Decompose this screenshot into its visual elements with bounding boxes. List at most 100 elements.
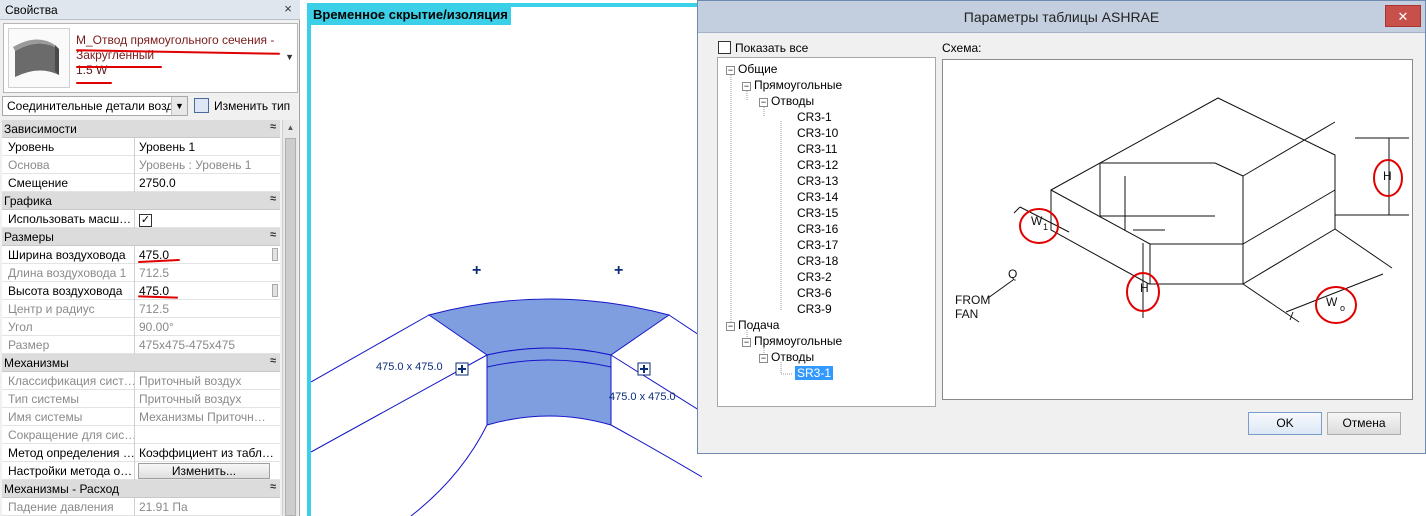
collapse-icon[interactable]: ≈ (270, 193, 276, 205)
property-label: Использовать масш… (2, 210, 135, 228)
group-graphics[interactable]: Графика ≈ (2, 192, 280, 210)
tree-leaf-selected[interactable]: SR3-1 (795, 366, 834, 380)
duct-elbow-drawing (311, 298, 702, 516)
collapse-toggle-icon[interactable]: − (726, 322, 735, 331)
collapse-toggle-icon[interactable]: − (759, 98, 768, 107)
property-label: Имя системы (2, 408, 135, 426)
schema-label: Схема: (942, 41, 982, 55)
property-value[interactable]: 2750.0 (136, 174, 280, 192)
flow-label: Q (1008, 267, 1017, 281)
cancel-button[interactable]: Отмена (1327, 412, 1401, 435)
ok-button[interactable]: OK (1248, 412, 1322, 435)
collapse-icon[interactable]: ≈ (270, 121, 276, 133)
collapse-toggle-icon[interactable]: − (742, 338, 751, 347)
collapse-icon[interactable]: ≈ (270, 355, 276, 367)
size-tag-left: 475.0 x 475.0 (376, 361, 443, 373)
tree-node-label: Отводы (771, 94, 815, 108)
edit-type-button[interactable]: Изменить тип (192, 96, 296, 116)
property-row[interactable]: Метод определения … Коэффициент из табл… (2, 444, 280, 462)
group-label: Зависимости (4, 122, 77, 136)
property-label: Основа (2, 156, 135, 174)
use-scale-checkbox[interactable]: ✓ (139, 214, 152, 227)
tree-leaf[interactable]: CR3-6 (797, 286, 832, 300)
scroll-up-icon[interactable]: ▲ (283, 120, 298, 136)
tree-leaf[interactable]: CR3-2 (797, 270, 832, 284)
properties-panel: Свойства × M_Отвод прямоугольного сечени… (0, 0, 300, 516)
collapse-icon[interactable]: ≈ (270, 229, 276, 241)
property-value[interactable]: Уровень 1 (136, 138, 280, 156)
group-dimensions[interactable]: Размеры ≈ (2, 228, 280, 246)
tree-node-general-elbows[interactable]: − Отводы (759, 94, 814, 108)
property-label: Длина воздуховода 1 (2, 264, 135, 282)
grip-icon[interactable] (272, 248, 278, 261)
chevron-down-icon[interactable]: ▼ (171, 97, 187, 115)
tree-leaf[interactable]: CR3-14 (797, 190, 838, 204)
property-row: Сокращение для сис… (2, 426, 280, 444)
h-label-right: H (1383, 169, 1392, 183)
close-icon[interactable]: ✕ (1385, 5, 1421, 27)
type-selector[interactable]: M_Отвод прямоугольного сечения - Закругл… (3, 23, 298, 93)
schema-diagram: Q FROM FAN W 1 H H W o (942, 59, 1413, 400)
property-row[interactable]: Использовать масш… ✓ (2, 210, 280, 228)
w1-subscript: 1 (1043, 222, 1048, 232)
collapse-toggle-icon[interactable]: − (759, 354, 768, 363)
tree-leaf[interactable]: CR3-10 (797, 126, 838, 140)
elbow-schematic: Q FROM FAN W 1 H H W o (955, 97, 1409, 324)
checkbox-box[interactable] (718, 41, 731, 54)
property-value: 712.5 (139, 302, 170, 316)
property-row: Размер 475x475-475x475 (2, 336, 280, 354)
grip-icon[interactable] (272, 284, 278, 297)
tree-leaf[interactable]: CR3-12 (797, 158, 838, 172)
tree-leaf[interactable]: CR3-9 (797, 302, 832, 316)
properties-scrollbar[interactable]: ▲ (282, 120, 298, 516)
tree-node-general[interactable]: − Общие (726, 62, 777, 76)
property-row: Классификация сист… Приточный воздух (2, 372, 280, 390)
collapse-icon[interactable]: ≈ (270, 481, 276, 493)
tree-leaf[interactable]: CR3-1 (797, 110, 832, 124)
property-row[interactable]: Уровень Уровень 1 (2, 138, 280, 156)
group-label: Механизмы - Расход (4, 482, 120, 496)
property-row: Тип системы Приточный воздух (2, 390, 280, 408)
properties-title: Свойства (0, 0, 300, 20)
group-constraints[interactable]: Зависимости ≈ (2, 120, 280, 138)
size-tag-right: 475.0 x 475.0 (609, 391, 676, 403)
group-mechanical[interactable]: Механизмы ≈ (2, 354, 280, 372)
group-label: Размеры (4, 230, 54, 244)
tree-leaf[interactable]: CR3-16 (797, 222, 838, 236)
tree-leaf[interactable]: CR3-15 (797, 206, 838, 220)
edit-type-label: Изменить тип (214, 99, 291, 113)
fitting-tree[interactable]: − Общие − Прямоугольные − Отводы CR3-1 CR3-… (717, 57, 936, 407)
tree-leaf[interactable]: CR3-18 (797, 254, 838, 268)
temporary-hide-isolate-label: Временное скрытие/изоляция (310, 5, 511, 25)
tree-leaf[interactable]: CR3-17 (797, 238, 838, 252)
tree-node-label: Прямоугольные (754, 78, 843, 92)
scrollbar-thumb[interactable] (285, 138, 296, 516)
connector-plus-icon[interactable]: + (472, 262, 481, 280)
show-all-checkbox[interactable]: Показать все (718, 41, 808, 55)
instance-filter-dropdown[interactable]: Соединительные детали возд ▼ (2, 96, 188, 116)
w1-label: W (1031, 214, 1043, 228)
property-label: Размер (2, 336, 135, 354)
tree-leaf[interactable]: CR3-13 (797, 174, 838, 188)
close-icon[interactable]: × (281, 2, 295, 16)
collapse-toggle-icon[interactable]: − (742, 82, 751, 91)
tree-node-supply[interactable]: − Подача (726, 318, 779, 332)
property-value[interactable]: Коэффициент из табл… (136, 444, 280, 462)
tree-node-general-rect[interactable]: − Прямоугольные (742, 78, 842, 92)
model-canvas[interactable] (307, 3, 702, 516)
collapse-toggle-icon[interactable]: − (726, 66, 735, 75)
connector-plus-icon[interactable]: + (614, 262, 623, 280)
property-label: Классификация сист… (2, 372, 135, 390)
filter-value: Соединительные детали возд (7, 99, 174, 113)
edit-loss-settings-button[interactable]: Изменить... (138, 463, 270, 479)
h-label-left: H (1140, 281, 1149, 295)
tree-node-supply-rect[interactable]: − Прямоугольные (742, 334, 842, 348)
tree-node-supply-elbows[interactable]: − Отводы (759, 350, 814, 364)
property-row[interactable]: Смещение 2750.0 (2, 174, 280, 192)
type-family-name: M_Отвод прямоугольного сечения - Закругл… (76, 33, 275, 62)
tree-node-label: Общие (738, 62, 778, 76)
chevron-down-icon[interactable]: ▼ (285, 52, 294, 62)
tree-leaf[interactable]: CR3-11 (797, 142, 837, 156)
group-mechanical-flow[interactable]: Механизмы - Расход ≈ (2, 480, 280, 498)
property-row[interactable]: Настройки метода о… Изменить... (2, 462, 280, 480)
